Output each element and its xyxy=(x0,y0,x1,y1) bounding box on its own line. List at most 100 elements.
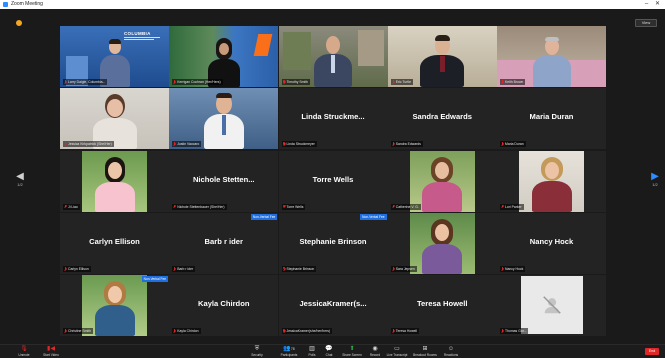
participant-tile[interactable]: COLUMBIA Larry Daigle, Columbia... xyxy=(60,26,169,87)
participant-tile[interactable]: Thomas Gar... xyxy=(497,275,606,336)
participant-silhouette xyxy=(422,156,463,212)
reactions-icon: ☺ xyxy=(447,346,455,352)
participant-name: Torre Wells xyxy=(312,174,354,184)
participant-name-label: Kerrigan Cochran (Her/Hers) xyxy=(172,79,223,85)
participant-silhouette xyxy=(314,36,352,87)
participant-tile[interactable]: Nichole Stetten... Nichole Stettenbauer … xyxy=(169,150,279,212)
participant-name-label: JessicaKramer(she/her/hers) xyxy=(281,328,333,334)
chat-button[interactable]: 💬 Chat xyxy=(320,346,338,357)
closed-caption-icon: ▭ xyxy=(394,346,400,352)
live-transcript-button[interactable]: ▭ Live Transcript xyxy=(384,346,410,357)
view-button[interactable]: View xyxy=(635,19,657,27)
share-screen-button[interactable]: ⬆ Share Screen xyxy=(338,346,366,357)
video-off-icon xyxy=(542,296,561,314)
participant-name-label: Maria Duran xyxy=(500,141,526,148)
participant-name-label: Sara Jepsen xyxy=(390,265,417,272)
mic-muted-icon xyxy=(501,142,504,146)
participant-tile[interactable]: Torre Wells Torre Wells xyxy=(278,150,388,212)
participant-tile[interactable]: Kerrigan Cochran (Her/Hers) xyxy=(169,26,279,87)
participant-video xyxy=(60,88,169,150)
mic-muted-icon xyxy=(64,142,67,146)
mic-muted-icon xyxy=(64,266,67,271)
mic-muted-icon xyxy=(392,80,395,84)
participant-name-label: Timothy Smith xyxy=(281,79,311,85)
prev-page-indicator: 1/2 xyxy=(17,182,23,187)
participant-name-label: Ji Liao xyxy=(63,203,80,210)
mic-muted-icon xyxy=(173,266,176,271)
tree-backdrop xyxy=(282,32,311,70)
reactions-button[interactable]: ☺ Reactions xyxy=(440,346,462,357)
participant-tile[interactable]: Sara Jepsen xyxy=(387,212,497,274)
participant-tile[interactable]: Ji Liao xyxy=(60,150,169,212)
mic-muted-icon xyxy=(283,80,286,84)
participant-tile[interactable]: Lori Parker xyxy=(497,150,606,212)
next-page-button[interactable]: ▶ 1/2 xyxy=(649,172,661,188)
participant-tile[interactable]: Catherine V. G. xyxy=(387,150,497,212)
participant-name: Maria Duran xyxy=(529,112,574,122)
participant-tile[interactable]: Jessica Kirkpatrick (She/Her) xyxy=(60,88,169,150)
participant-tile[interactable]: JessicaKramer(s... JessicaKramer(she/her… xyxy=(278,275,388,336)
participants-icon: 👥 xyxy=(283,346,291,352)
participant-name-label: Kayla Chirdon xyxy=(172,328,201,334)
breakout-rooms-icon: ⊞ xyxy=(422,346,428,352)
mic-muted-icon xyxy=(173,142,176,146)
record-button[interactable]: ◉ Record xyxy=(366,346,384,357)
participant-name-label: Nancy Hock xyxy=(500,265,526,272)
video-off-icon: ▮◀ xyxy=(47,346,55,352)
participant-tile[interactable]: Carlyn Ellison Carlyn Ellison xyxy=(60,212,169,274)
participant-video xyxy=(497,26,606,87)
participant-tile[interactable]: Sandra Edwards Sandra Edwards xyxy=(387,88,497,150)
mic-muted-icon xyxy=(64,204,67,209)
participant-tile[interactable]: Non-Verbal Fee Stephanie Brinson Stephan… xyxy=(278,212,388,274)
florida-logo xyxy=(253,34,273,56)
participant-tile[interactable]: Teresa Howell Teresa Howell xyxy=(387,275,497,336)
encryption-shield-icon[interactable] xyxy=(16,20,22,26)
participant-silhouette xyxy=(531,156,572,212)
participant-tile[interactable]: Non-Verbal Fee Christine Smith xyxy=(60,275,169,336)
prev-page-button[interactable]: ◀ 1/2 xyxy=(14,171,26,188)
participant-silhouette xyxy=(94,281,135,336)
participant-tile-active-speaker[interactable]: Timothy Smith xyxy=(278,26,388,87)
share-screen-icon: ⬆ xyxy=(349,346,355,352)
security-button[interactable]: ⛨ Security xyxy=(246,346,268,357)
participant-tile[interactable]: Keith Brown xyxy=(497,26,606,87)
status-badge: Non-Verbal Fee xyxy=(141,276,168,282)
participant-video xyxy=(82,150,147,212)
unmute-button[interactable]: 🎙 Unmute xyxy=(14,346,34,357)
participant-tile[interactable]: Maria Duran Maria Duran xyxy=(497,88,606,150)
participant-silhouette xyxy=(422,218,463,274)
participant-name-label: Carlyn Ellison xyxy=(63,265,91,272)
participant-video xyxy=(169,26,279,87)
participants-button[interactable]: 👥78 Participants xyxy=(274,346,304,357)
participant-tile[interactable]: Non-Verbal Fee Barb r ider Barb r ider xyxy=(169,212,279,274)
participant-name: Barb r ider xyxy=(204,236,243,246)
end-meeting-button[interactable]: End xyxy=(645,348,659,355)
polls-icon: ▥ xyxy=(309,346,315,352)
participant-silhouette xyxy=(420,35,465,87)
minimize-button[interactable]: – xyxy=(642,0,651,9)
breakout-rooms-button[interactable]: ⊞ Breakout Rooms xyxy=(410,346,440,357)
chevron-left-icon: ◀ xyxy=(16,171,24,182)
participant-name-label: Keith Brown xyxy=(500,79,526,85)
participant-tile[interactable]: Nancy Hock Nancy Hock xyxy=(497,212,606,274)
participant-name-label: Lori Parker xyxy=(500,203,524,210)
participant-tile[interactable]: Linda Struckme... Linda Struckmeyer xyxy=(278,88,388,150)
participant-name-label: Eric Turtle xyxy=(390,79,414,85)
participant-tile[interactable]: Justin Vaccaro xyxy=(169,88,279,150)
status-badge: Non-Verbal Fee xyxy=(360,213,387,220)
participants-count: 78 xyxy=(290,347,295,351)
participant-name-label: Larry Daigle, Columbia... xyxy=(63,79,108,85)
participant-tile[interactable]: Eric Turtle xyxy=(387,26,497,87)
building-backdrop xyxy=(357,30,384,66)
mic-muted-icon xyxy=(392,266,395,271)
next-page-indicator: 1/2 xyxy=(652,182,658,187)
start-video-button[interactable]: ▮◀ Start Video xyxy=(40,346,62,357)
participant-tile[interactable]: Kayla Chirdon Kayla Chirdon xyxy=(169,275,279,336)
view-button-label: View xyxy=(641,20,651,25)
mic-muted-icon xyxy=(173,204,176,209)
participant-silhouette xyxy=(94,156,135,212)
polls-button[interactable]: ▥ Polls xyxy=(304,346,320,357)
close-button[interactable]: ✕ xyxy=(653,0,662,9)
participant-name-label: Torre Wells xyxy=(281,203,306,210)
mic-muted-icon xyxy=(501,204,504,209)
